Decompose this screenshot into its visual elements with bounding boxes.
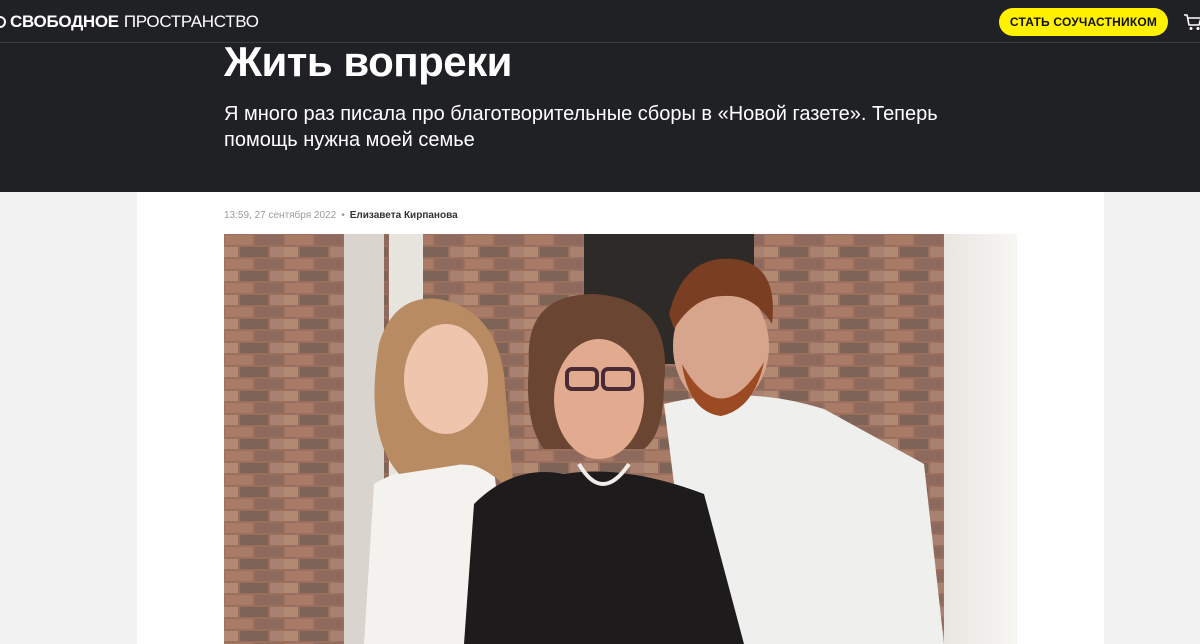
article-author-link[interactable]: Елизавета Кирпанова xyxy=(350,210,458,221)
article-lead: Я много раз писала про благотворительные… xyxy=(224,103,938,151)
logo-bold-text: СВОБОДНОЕ xyxy=(10,12,119,31)
site-logo[interactable]: СВОБОДНОЕ ПРОСТРАНСТВО xyxy=(0,11,259,33)
article-title: Жить вопреки xyxy=(224,38,512,85)
article-header: Жить вопреки Я много раз писала про благ… xyxy=(0,38,1200,192)
logo-icon xyxy=(0,16,6,28)
meta-separator: • xyxy=(341,210,345,221)
cart-icon[interactable] xyxy=(1183,12,1200,32)
article-meta: 13:59, 27 сентября 2022 • Елизавета Кирп… xyxy=(224,210,458,221)
logo-light-text: ПРОСТРАНСТВО xyxy=(123,12,259,31)
become-supporter-button[interactable]: СТАТЬ СОУЧАСТНИКОМ xyxy=(999,8,1168,36)
article-timestamp: 13:59, 27 сентября 2022 xyxy=(224,210,337,221)
article-photo xyxy=(224,234,1017,644)
article-body: 13:59, 27 сентября 2022 • Елизавета Кирп… xyxy=(137,192,1104,644)
top-navigation-bar: СВОБОДНОЕ ПРОСТРАНСТВО СТАТЬ СОУЧАСТНИКО… xyxy=(0,0,1200,43)
